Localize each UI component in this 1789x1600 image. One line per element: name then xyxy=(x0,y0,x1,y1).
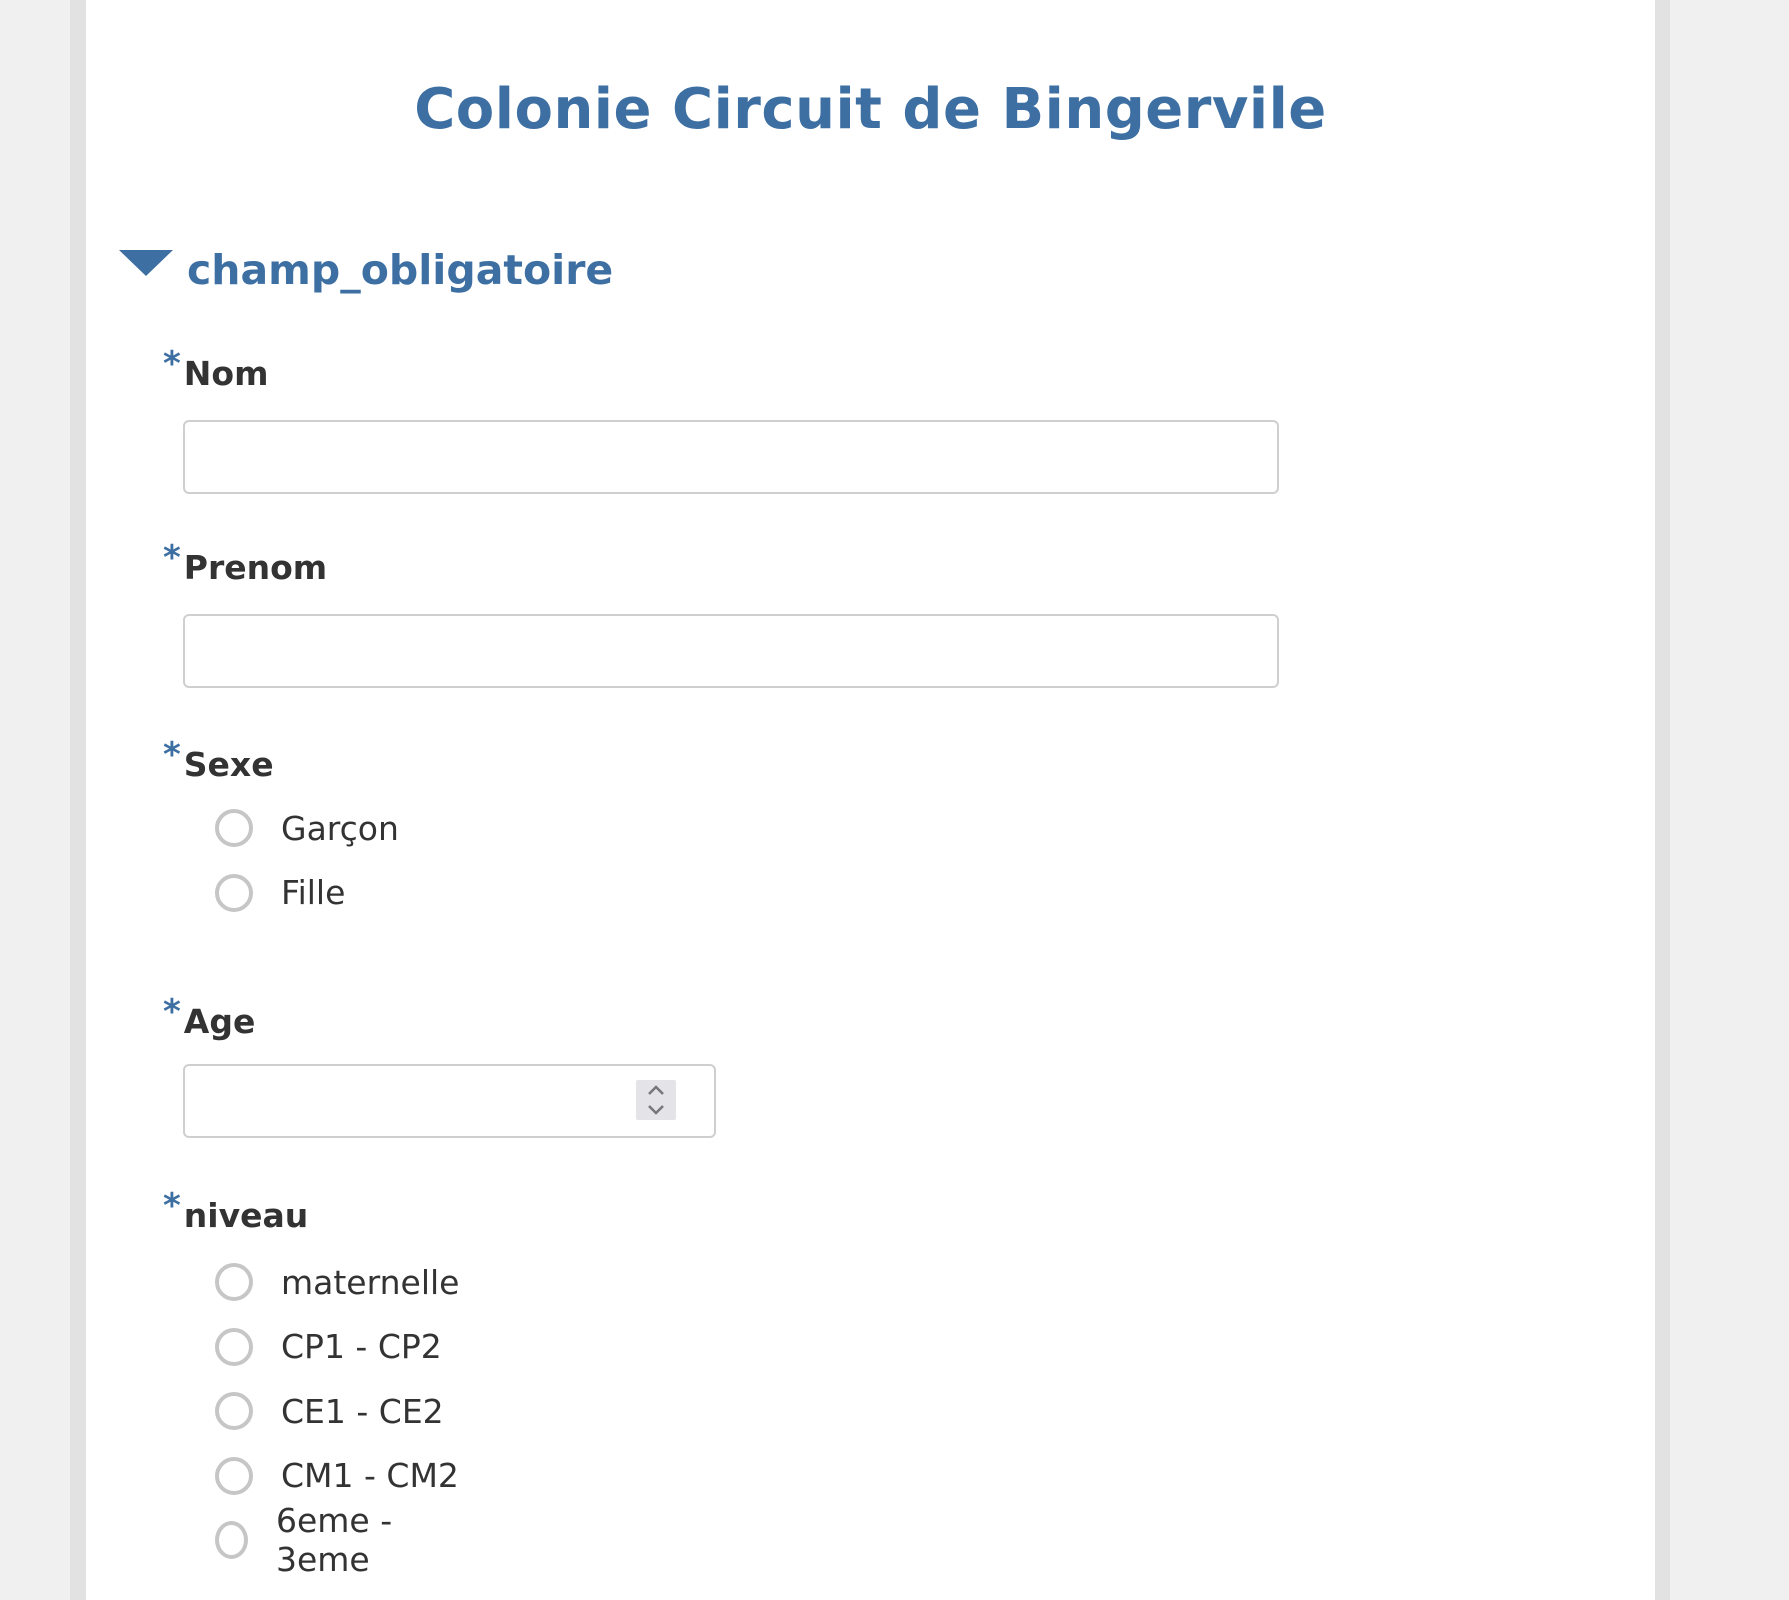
radio-button[interactable] xyxy=(215,1521,248,1560)
prenom-label-text: Prenom xyxy=(183,548,328,587)
option-label: Fille xyxy=(281,873,346,913)
nom-label-text: Nom xyxy=(183,354,269,393)
caret-down-icon xyxy=(119,250,173,276)
nom-input[interactable] xyxy=(183,420,1279,494)
radio-option-cm[interactable]: CM1 - CM2 xyxy=(215,1444,459,1509)
nom-label: * Nom xyxy=(163,344,269,394)
option-label: CM1 - CM2 xyxy=(281,1456,459,1496)
radio-button[interactable] xyxy=(215,1456,253,1495)
radio-option-garcon[interactable]: Garçon xyxy=(215,796,399,861)
question-sexe: * Sexe Garçon Fille xyxy=(163,735,399,912)
niveau-label-text: niveau xyxy=(183,1196,309,1235)
radio-button[interactable] xyxy=(215,809,253,848)
option-label: 6eme - 3eme xyxy=(275,1501,393,1580)
group-toggle[interactable]: champ_obligatoire xyxy=(119,240,613,300)
required-marker: * xyxy=(163,538,181,578)
option-label: Garçon xyxy=(281,808,399,848)
spinner-arrows-icon[interactable] xyxy=(636,1080,676,1120)
age-label-text: Age xyxy=(183,1002,256,1041)
question-age: * Age xyxy=(163,992,716,1138)
radio-option-college[interactable]: 6eme - 3eme xyxy=(215,1501,459,1579)
option-label: CP1 - CP2 xyxy=(281,1327,442,1367)
required-marker: * xyxy=(163,344,181,384)
radio-option-cp[interactable]: CP1 - CP2 xyxy=(215,1315,459,1380)
prenom-input[interactable] xyxy=(183,614,1279,688)
sexe-label: * Sexe xyxy=(163,735,274,785)
required-marker: * xyxy=(163,992,181,1032)
radio-button[interactable] xyxy=(215,1263,253,1302)
form-title: Colonie Circuit de Bingervile xyxy=(414,77,1327,142)
required-marker: * xyxy=(163,1186,181,1226)
group-title: champ_obligatoire xyxy=(187,246,614,294)
option-label: CE1 - CE2 xyxy=(281,1391,444,1431)
option-label: maternelle xyxy=(281,1262,460,1302)
niveau-options: maternelle CP1 - CP2 CE1 - CE2 CM1 - CM2… xyxy=(215,1250,459,1579)
sexe-options: Garçon Fille xyxy=(215,796,399,925)
prenom-label: * Prenom xyxy=(163,538,328,588)
sexe-label-text: Sexe xyxy=(183,745,274,784)
required-marker: * xyxy=(163,735,181,775)
radio-option-ce[interactable]: CE1 - CE2 xyxy=(215,1379,459,1444)
niveau-label: * niveau xyxy=(163,1186,309,1236)
question-prenom: * Prenom xyxy=(163,538,1279,688)
question-niveau: * niveau maternelle CP1 - CP2 CE1 - CE2 … xyxy=(163,1186,459,1579)
radio-button[interactable] xyxy=(215,1392,253,1431)
radio-button[interactable] xyxy=(215,873,253,912)
age-label: * Age xyxy=(163,992,256,1042)
radio-option-fille[interactable]: Fille xyxy=(215,861,399,926)
question-nom: * Nom xyxy=(163,344,1279,494)
radio-option-maternelle[interactable]: maternelle xyxy=(215,1250,459,1315)
radio-button[interactable] xyxy=(215,1327,253,1366)
form-card: Colonie Circuit de Bingervile champ_obli… xyxy=(86,0,1655,1600)
